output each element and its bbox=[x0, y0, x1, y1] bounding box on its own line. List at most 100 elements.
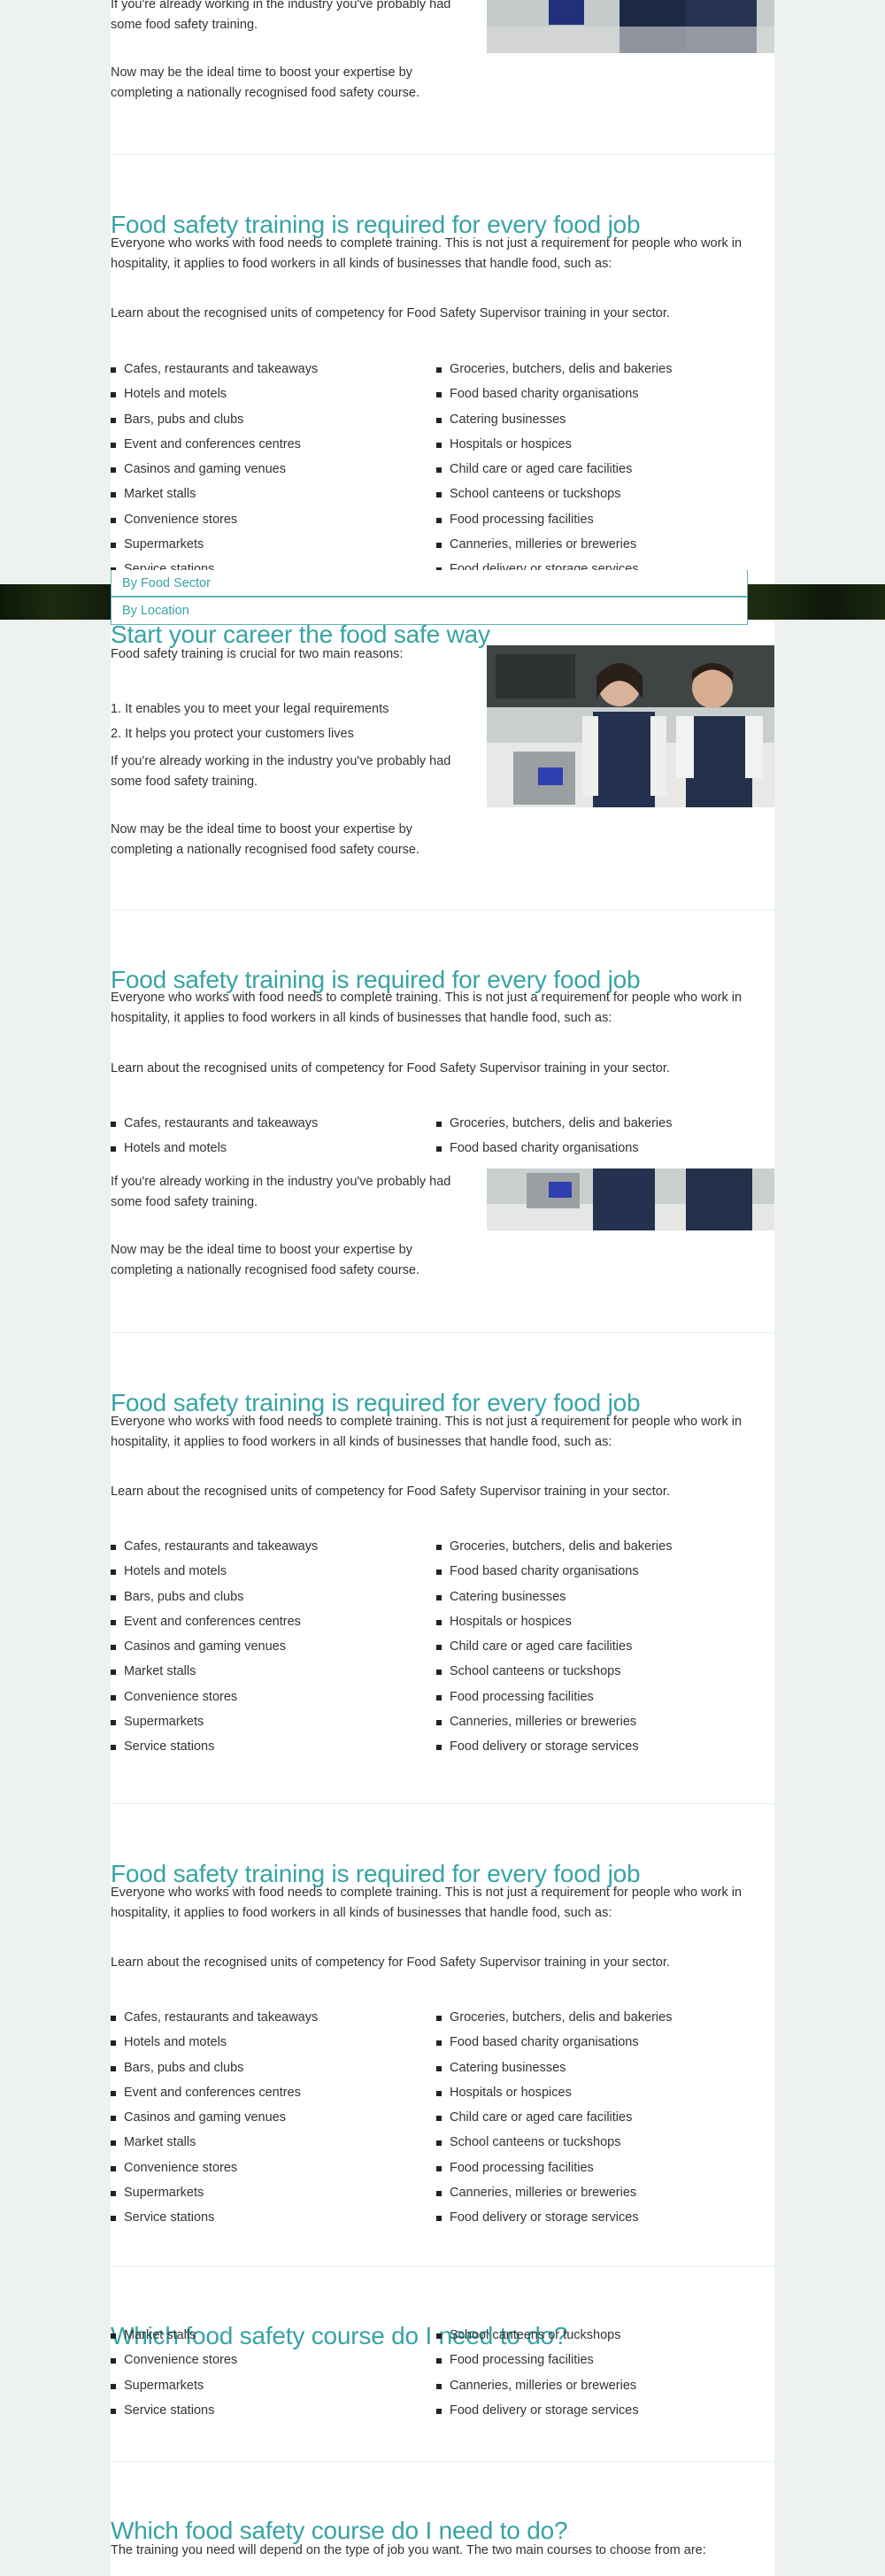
list-item: Casinos and gaming venues bbox=[111, 457, 318, 482]
section-intro: Everyone who works with food needs to co… bbox=[111, 1886, 743, 1920]
list-item: School canteens or tuckshops bbox=[436, 1659, 672, 1684]
list-item: Food processing facilities bbox=[436, 2156, 672, 2180]
list-item: Food delivery or storage services bbox=[436, 2398, 639, 2423]
business-list-left: Cafes, restaurants and takeaways Hotels … bbox=[111, 2005, 318, 2231]
staff-photo bbox=[487, 1168, 774, 1230]
list-item: Hotels and motels bbox=[111, 2030, 318, 2055]
list-item: Child care or aged care facilities bbox=[436, 457, 672, 482]
competency-text: Learn about the recognised units of comp… bbox=[111, 306, 670, 320]
list-item: Hospitals or hospices bbox=[436, 2080, 672, 2105]
list-item: Supermarkets bbox=[111, 1709, 318, 1734]
list-item: Food delivery or storage services bbox=[436, 1734, 672, 1759]
list-item: Market stalls bbox=[111, 2323, 237, 2348]
staff-photo bbox=[487, 0, 774, 53]
main-content: If you're already working in the industr… bbox=[111, 0, 774, 2576]
competency-text: Learn about the recognised units of comp… bbox=[111, 1485, 670, 1499]
list-item: 1. It enables you to meet your legal req… bbox=[111, 702, 389, 716]
list-item: Food processing facilities bbox=[436, 1685, 672, 1709]
business-list-left: Cafes, restaurants and takeaways Hotels … bbox=[111, 1111, 318, 1161]
business-list-right: School canteens or tuckshops Food proces… bbox=[436, 2323, 639, 2423]
list-item: Supermarkets bbox=[111, 532, 318, 557]
section-divider bbox=[111, 2266, 774, 2267]
list-item: Canneries, milleries or breweries bbox=[436, 532, 672, 557]
list-item: Groceries, butchers, delis and bakeries bbox=[436, 1111, 672, 1136]
section-intro: Everyone who works with food needs to co… bbox=[111, 1415, 743, 1449]
list-item: Bars, pubs and clubs bbox=[111, 1585, 318, 1609]
list-item: Groceries, butchers, delis and bakeries bbox=[436, 2005, 672, 2030]
list-item: Child care or aged care facilities bbox=[436, 2105, 672, 2130]
list-item: School canteens or tuckshops bbox=[436, 2130, 672, 2155]
boost-text: Now may be the ideal time to boost your … bbox=[111, 66, 420, 100]
list-item: Cafes, restaurants and takeaways bbox=[111, 1111, 318, 1136]
list-item: Event and conferences centres bbox=[111, 2080, 318, 2105]
list-item: 2. It helps you protect your customers l… bbox=[111, 727, 354, 741]
list-item: Food based charity organisations bbox=[436, 382, 672, 406]
section-divider bbox=[111, 1803, 774, 1804]
business-list-right: Groceries, butchers, delis and bakeries … bbox=[436, 357, 672, 582]
experience-text: If you're already working in the industr… bbox=[111, 0, 451, 32]
list-item: Event and conferences centres bbox=[111, 432, 318, 457]
food-sector-option[interactable]: By Food Sector bbox=[111, 570, 748, 597]
list-item: Service stations bbox=[111, 2205, 318, 2230]
list-item: Market stalls bbox=[111, 1659, 318, 1684]
list-item: Food based charity organisations bbox=[436, 2030, 672, 2055]
business-list-left: Cafes, restaurants and takeaways Hotels … bbox=[111, 357, 318, 582]
boost-text: Now may be the ideal time to boost your … bbox=[111, 822, 420, 857]
list-item: Service stations bbox=[111, 1734, 318, 1759]
experience-text: If you're already working in the industr… bbox=[111, 754, 451, 789]
list-item: Hotels and motels bbox=[111, 382, 318, 406]
list-item: Child care or aged care facilities bbox=[436, 1634, 672, 1659]
career-intro: Food safety training is crucial for two … bbox=[111, 647, 404, 661]
list-item: Catering businesses bbox=[436, 407, 672, 432]
section-divider bbox=[111, 1332, 774, 1333]
list-item: Hospitals or hospices bbox=[436, 1609, 672, 1634]
list-item: Groceries, butchers, delis and bakeries bbox=[436, 357, 672, 382]
list-item: Hotels and motels bbox=[111, 1136, 318, 1161]
list-item: Bars, pubs and clubs bbox=[111, 407, 318, 432]
section-divider bbox=[111, 154, 774, 155]
list-item: Market stalls bbox=[111, 2130, 318, 2155]
section-intro: Everyone who works with food needs to co… bbox=[111, 236, 743, 271]
list-item: Food based charity organisations bbox=[436, 1559, 672, 1584]
list-item: Food delivery or storage services bbox=[436, 2205, 672, 2230]
list-item: Food based charity organisations bbox=[436, 1136, 672, 1161]
location-option[interactable]: By Location bbox=[111, 597, 748, 625]
boost-text: Now may be the ideal time to boost your … bbox=[111, 1243, 420, 1277]
list-item: Bars, pubs and clubs bbox=[111, 2055, 318, 2080]
list-item: Cafes, restaurants and takeaways bbox=[111, 1534, 318, 1559]
business-list-right: Groceries, butchers, delis and bakeries … bbox=[436, 2005, 672, 2231]
list-item: Catering businesses bbox=[436, 1585, 672, 1609]
list-item: Convenience stores bbox=[111, 2348, 237, 2372]
list-item: Casinos and gaming venues bbox=[111, 2105, 318, 2130]
list-item: Food processing facilities bbox=[436, 2348, 639, 2372]
list-item: Hotels and motels bbox=[111, 1559, 318, 1584]
list-item: Event and conferences centres bbox=[111, 1609, 318, 1634]
competency-text: Learn about the recognised units of comp… bbox=[111, 1061, 670, 1076]
staff-photo bbox=[487, 645, 774, 807]
list-item: Hospitals or hospices bbox=[436, 432, 672, 457]
list-item: Canneries, milleries or breweries bbox=[436, 2373, 639, 2398]
list-item: Canneries, milleries or breweries bbox=[436, 2180, 672, 2205]
list-item: Groceries, butchers, delis and bakeries bbox=[436, 1534, 672, 1559]
list-item: Canneries, milleries or breweries bbox=[436, 1709, 672, 1734]
business-list-left: Cafes, restaurants and takeaways Hotels … bbox=[111, 1534, 318, 1760]
reasons-list: 1. It enables you to meet your legal req… bbox=[111, 697, 389, 746]
list-item: Service stations bbox=[111, 2398, 237, 2423]
list-item: Convenience stores bbox=[111, 1685, 318, 1709]
business-list-right: Groceries, butchers, delis and bakeries … bbox=[436, 1534, 672, 1760]
section-intro: Everyone who works with food needs to co… bbox=[111, 991, 743, 1025]
list-item: School canteens or tuckshops bbox=[436, 2323, 639, 2348]
list-item: Convenience stores bbox=[111, 507, 318, 532]
list-item: School canteens or tuckshops bbox=[436, 482, 672, 506]
course-intro: The training you need will depend on the… bbox=[111, 2543, 706, 2557]
list-item: Cafes, restaurants and takeaways bbox=[111, 357, 318, 382]
list-item: Casinos and gaming venues bbox=[111, 1634, 318, 1659]
competency-text: Learn about the recognised units of comp… bbox=[111, 1955, 670, 1970]
section-divider bbox=[111, 2461, 774, 2462]
list-item: Supermarkets bbox=[111, 2180, 318, 2205]
list-item: Cafes, restaurants and takeaways bbox=[111, 2005, 318, 2030]
business-list-right: Groceries, butchers, delis and bakeries … bbox=[436, 1111, 672, 1161]
list-item: Convenience stores bbox=[111, 2156, 318, 2180]
business-list-left: Market stalls Convenience stores Superma… bbox=[111, 2323, 237, 2423]
list-item: Catering businesses bbox=[436, 2055, 672, 2080]
